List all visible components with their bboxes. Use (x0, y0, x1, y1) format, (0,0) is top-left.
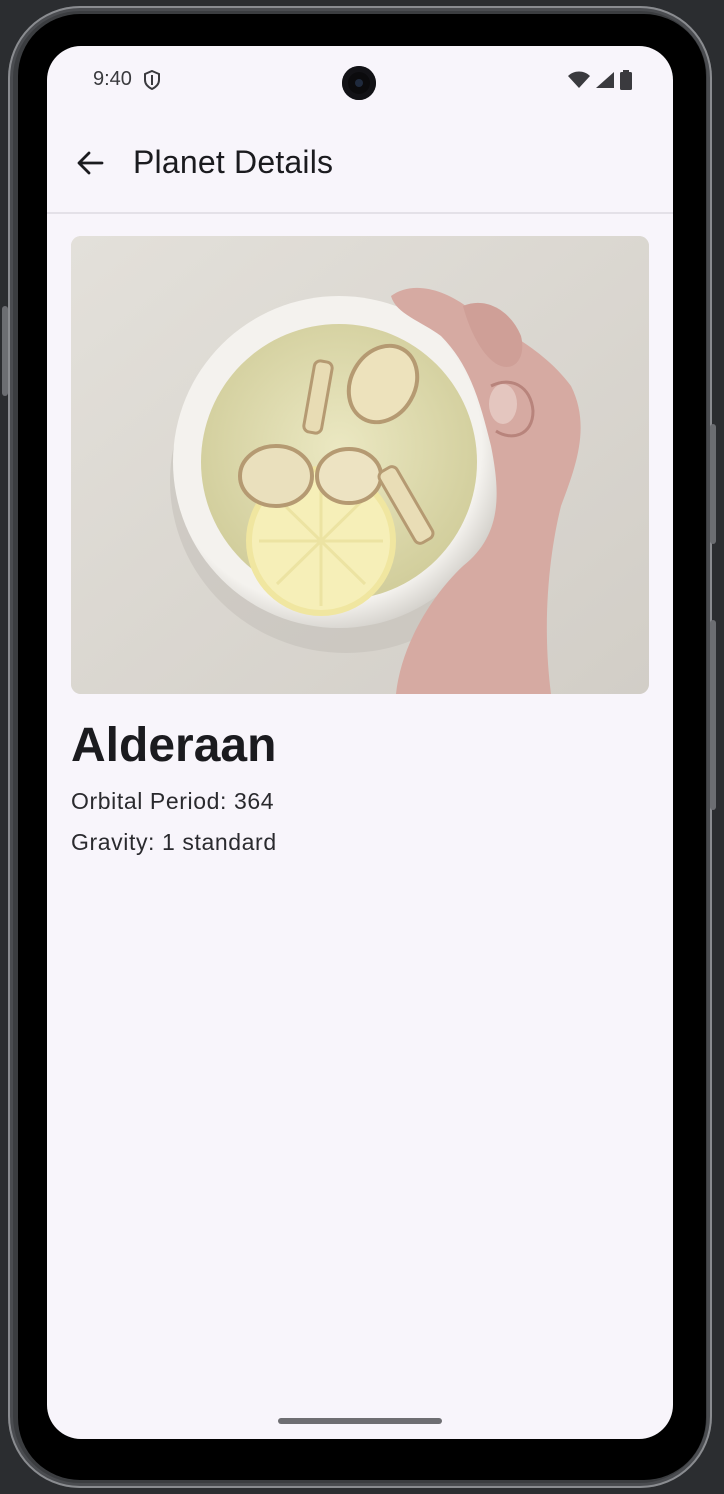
wifi-icon (568, 71, 590, 88)
arrow-back-icon (77, 151, 104, 175)
status-icons (567, 70, 633, 90)
back-button[interactable] (65, 138, 115, 188)
home-indicator[interactable] (278, 1418, 442, 1424)
battery-icon (620, 70, 632, 90)
cellular-signal-icon (596, 72, 614, 88)
page-title: Planet Details (133, 144, 334, 180)
shield-icon (144, 70, 160, 90)
front-camera (342, 66, 376, 100)
volume-button (2, 306, 8, 396)
status-bar: 9:40 (47, 46, 673, 116)
planet-name: Alderaan (71, 719, 277, 772)
power-button (710, 424, 716, 544)
gravity-text: Gravity: 1 standard (71, 829, 277, 855)
volume-rocker (710, 620, 716, 810)
app-screen: 9:40 Planet Details Alderaan Orbital Per… (47, 46, 673, 1439)
planet-image (71, 236, 649, 694)
orbital-period-text: Orbital Period: 364 (71, 788, 275, 814)
status-time: 9:40 (93, 68, 132, 90)
tea-bowl-photo (71, 236, 649, 694)
top-app-bar: Planet Details (47, 116, 673, 214)
